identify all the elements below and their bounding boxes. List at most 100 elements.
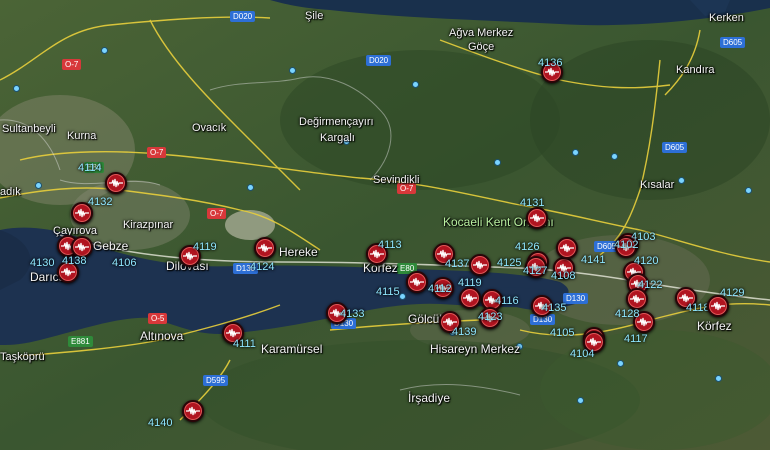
station-code-label: 4116 bbox=[495, 295, 519, 307]
seismograph-icon bbox=[61, 267, 75, 277]
poi-dot[interactable] bbox=[289, 67, 296, 74]
station-code-label: 4123 bbox=[478, 311, 503, 323]
station-code-label: 4115 bbox=[376, 286, 400, 298]
road-shield-d130: D130 bbox=[563, 293, 589, 304]
station-code-label: 4129 bbox=[720, 287, 745, 299]
road-shield-o5: O-5 bbox=[148, 313, 168, 324]
poi-dot[interactable] bbox=[577, 397, 584, 404]
station-code-label: 4119 bbox=[193, 241, 217, 253]
place-label: Ağva Merkez bbox=[449, 27, 514, 39]
station-code-label: 4135 bbox=[542, 302, 567, 314]
station-code-label: 4120 bbox=[634, 255, 659, 267]
poi-dot[interactable] bbox=[247, 184, 254, 191]
station-code-label: 4111 bbox=[233, 338, 256, 350]
seismic-station-marker[interactable] bbox=[459, 287, 481, 309]
station-code-label: 4132 bbox=[88, 196, 113, 208]
seismograph-icon bbox=[258, 243, 272, 253]
station-code-label: 4112 bbox=[428, 283, 452, 295]
road-shield-d595: D595 bbox=[203, 375, 229, 386]
seismograph-icon bbox=[186, 406, 200, 416]
place-label: Kargalı bbox=[320, 132, 355, 144]
place-label: Körfez bbox=[697, 319, 732, 333]
place-label: Hereke bbox=[279, 245, 318, 259]
poi-dot[interactable] bbox=[611, 153, 618, 160]
seismograph-icon bbox=[630, 294, 644, 304]
place-label: Kerken bbox=[709, 12, 744, 24]
road-shield-o7: O-7 bbox=[62, 59, 82, 70]
poi-dot[interactable] bbox=[412, 81, 419, 88]
seismic-station-marker[interactable] bbox=[105, 172, 127, 194]
place-label: Çayırova bbox=[53, 225, 98, 237]
poi-dot[interactable] bbox=[101, 47, 108, 54]
seismic-station-marker[interactable] bbox=[556, 237, 578, 259]
station-code-label: 4139 bbox=[452, 326, 477, 338]
place-label: Altınova bbox=[140, 329, 184, 343]
map-viewport[interactable]: D020 D020 D605 D605 D605 O-7 O-7 O-7 O-7… bbox=[0, 0, 770, 450]
road-shield-d605: D605 bbox=[720, 37, 746, 48]
poi-dot[interactable] bbox=[617, 360, 624, 367]
road-shield-d020: D020 bbox=[230, 11, 256, 22]
road-shield-e881: E881 bbox=[68, 336, 93, 347]
seismograph-icon bbox=[530, 213, 544, 223]
place-label: Değirmençayırı bbox=[299, 116, 374, 128]
station-code-label: 4119 bbox=[458, 277, 482, 289]
station-code-label: 4128 bbox=[615, 308, 640, 320]
station-code-label: 4131 bbox=[520, 197, 545, 209]
station-code-label: 4102 bbox=[614, 239, 639, 251]
place-label: Şile bbox=[305, 10, 324, 22]
seismic-station-marker[interactable] bbox=[254, 237, 276, 259]
poi-dot[interactable] bbox=[35, 182, 42, 189]
station-code-label: 4124 bbox=[250, 261, 275, 273]
place-label: Kurna bbox=[67, 130, 97, 142]
station-code-label: 4125 bbox=[497, 257, 522, 269]
seismograph-icon bbox=[473, 260, 487, 270]
place-label: Kirazpınar bbox=[123, 219, 174, 231]
seismic-station-marker[interactable] bbox=[626, 288, 648, 310]
place-label: Kandıra bbox=[676, 64, 715, 76]
station-code-label: 4104 bbox=[570, 348, 595, 360]
seismic-station-marker[interactable] bbox=[182, 400, 204, 422]
station-code-label: 4140 bbox=[148, 417, 173, 429]
poi-dot[interactable] bbox=[572, 149, 579, 156]
poi-dot[interactable] bbox=[678, 177, 685, 184]
station-code-label: 4117 bbox=[624, 333, 648, 345]
poi-dot[interactable] bbox=[399, 293, 406, 300]
place-label: Hisareyn Merkez bbox=[430, 342, 521, 356]
station-code-label: 4127 bbox=[523, 265, 548, 277]
seismograph-icon bbox=[226, 328, 240, 338]
place-label: Sevindikli bbox=[373, 174, 420, 186]
road-shield-d020: D020 bbox=[366, 55, 392, 66]
station-code-label: 4106 bbox=[112, 257, 137, 269]
seismic-station-marker[interactable] bbox=[526, 207, 548, 229]
road-shield-o7: O-7 bbox=[207, 208, 227, 219]
seismic-station-marker[interactable] bbox=[406, 271, 428, 293]
poi-dot[interactable] bbox=[745, 187, 752, 194]
seismograph-icon bbox=[75, 242, 89, 252]
seismic-station-marker[interactable] bbox=[469, 254, 491, 276]
place-label: Sultanbeyli bbox=[2, 123, 56, 135]
poi-dot[interactable] bbox=[13, 85, 20, 92]
road-shield-d605: D605 bbox=[662, 142, 688, 153]
place-label: İrşadiye bbox=[408, 391, 451, 405]
place-label: Taşköprü bbox=[0, 351, 45, 363]
place-label: Göçe bbox=[468, 41, 495, 53]
map-base bbox=[0, 0, 770, 450]
station-code-label: 4141 bbox=[581, 254, 606, 266]
station-code-label: 4137 bbox=[445, 258, 470, 270]
station-code-label: 4114 bbox=[78, 162, 102, 174]
station-code-label: 4108 bbox=[551, 270, 576, 282]
place-label: Karamürsel bbox=[261, 342, 323, 356]
seismograph-icon bbox=[410, 277, 424, 287]
poi-dot[interactable] bbox=[715, 375, 722, 382]
station-code-label: 4105 bbox=[550, 327, 575, 339]
station-code-label: 4130 bbox=[30, 257, 55, 269]
seismograph-icon bbox=[711, 301, 725, 311]
station-code-label: 4138 bbox=[62, 255, 87, 267]
station-code-label: 4136 bbox=[538, 57, 563, 69]
seismograph-icon bbox=[75, 208, 89, 218]
place-label: Kısalar bbox=[640, 179, 675, 191]
place-label: adık bbox=[0, 186, 21, 198]
station-code-label: 4133 bbox=[340, 308, 365, 320]
poi-dot[interactable] bbox=[494, 159, 501, 166]
seismograph-icon bbox=[560, 243, 574, 253]
